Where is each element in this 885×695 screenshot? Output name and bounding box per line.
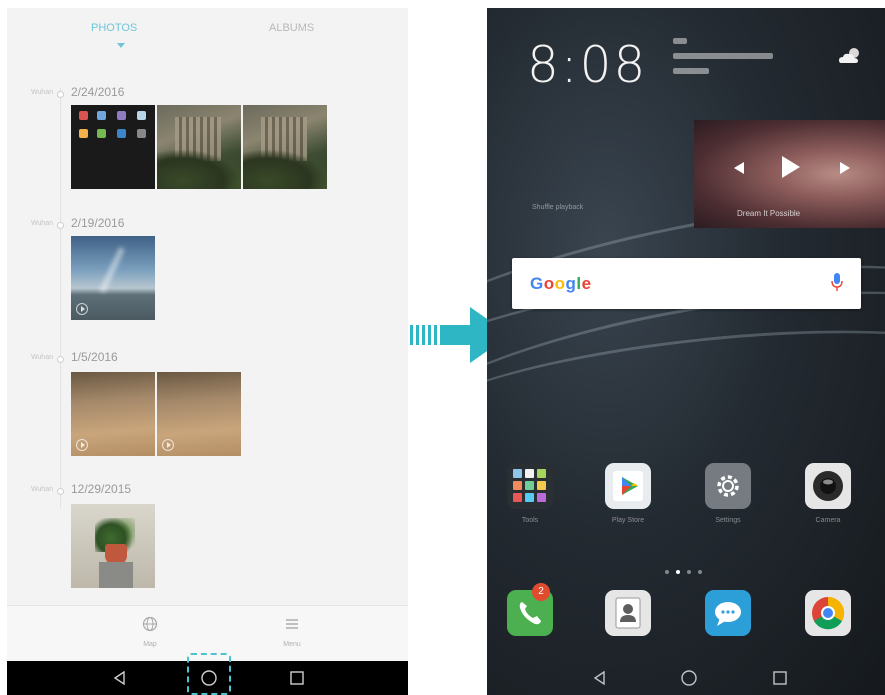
recents-icon[interactable] <box>771 669 789 687</box>
menu-icon <box>286 619 298 629</box>
google-search-bar[interactable]: Google <box>512 258 861 309</box>
page-dot <box>665 570 669 574</box>
next-track-icon[interactable] <box>840 162 850 174</box>
google-logo-letter: G <box>530 274 544 293</box>
google-logo-letter: o <box>543 274 555 293</box>
shuffle-caption[interactable]: Shuffle playback <box>532 204 583 211</box>
app-label: Tools <box>521 517 539 524</box>
video-thumbnail[interactable] <box>71 236 155 320</box>
group-location: Wuhan <box>30 89 53 96</box>
app-tile <box>79 129 88 138</box>
timeline-line <box>60 88 61 508</box>
timeline-dot <box>57 356 64 363</box>
group-date: 12/29/2015 <box>71 482 132 496</box>
video-play-icon <box>76 303 88 315</box>
tools-folder-icon <box>507 463 553 509</box>
app-tile <box>117 111 126 120</box>
navigation-bar <box>487 661 885 695</box>
page-dot <box>698 570 702 574</box>
settings-gear-icon <box>705 463 751 509</box>
home-screen: 8:08 Shuffle playback Dream It Possible … <box>487 8 885 695</box>
app-tile <box>79 111 88 120</box>
page-dot <box>687 570 691 574</box>
figure: PHOTOS ALBUMS Wuhan 2/24/2016 Wuhan 2/19… <box>0 0 885 695</box>
app-play-store[interactable]: Play Store <box>597 463 659 524</box>
back-icon[interactable] <box>111 669 129 687</box>
map-button[interactable]: Map <box>120 616 180 648</box>
notification-badge: 2 <box>532 583 550 601</box>
group-date: 2/19/2016 <box>71 216 125 230</box>
app-tools-folder[interactable]: Tools <box>499 463 561 524</box>
google-logo-letter: e <box>581 274 592 293</box>
app-label: Camera <box>815 517 841 524</box>
play-icon[interactable] <box>782 156 800 178</box>
weather-cloud-icon[interactable] <box>837 46 863 66</box>
track-title: Dream It Possible <box>737 209 801 218</box>
camera-icon <box>805 463 851 509</box>
dock-messaging[interactable] <box>697 590 759 636</box>
google-logo-letter: g <box>565 274 577 293</box>
page-dot-current <box>676 570 680 574</box>
tab-photos[interactable]: PHOTOS <box>91 22 137 34</box>
clock-details <box>673 38 793 83</box>
back-icon[interactable] <box>591 669 609 687</box>
app-tile <box>137 111 146 120</box>
app-label: Play Store <box>611 517 645 524</box>
messaging-icon <box>705 590 751 636</box>
group-location: Wuhan <box>30 220 53 227</box>
play-store-icon <box>605 463 651 509</box>
home-icon[interactable] <box>680 669 698 687</box>
app-camera[interactable]: Camera <box>797 463 859 524</box>
globe-icon <box>142 616 158 632</box>
app-tile <box>97 111 106 120</box>
previous-track-icon[interactable] <box>734 162 744 174</box>
video-play-icon <box>162 439 174 451</box>
photo-thumbnail[interactable] <box>71 504 155 588</box>
menu-button[interactable]: Menu <box>262 616 322 648</box>
gallery-tab-bar: PHOTOS ALBUMS <box>7 8 408 58</box>
app-tile <box>117 129 126 138</box>
timeline-dot <box>57 91 64 98</box>
dock-phone[interactable]: 2 <box>499 583 561 636</box>
photo-timeline: Wuhan 2/24/2016 Wuhan 2/19/2016 Wuhan 1/… <box>7 58 408 608</box>
app-tile <box>97 129 106 138</box>
gallery-screen: PHOTOS ALBUMS Wuhan 2/24/2016 Wuhan 2/19… <box>7 8 408 695</box>
photo-thumbnail[interactable] <box>243 105 327 189</box>
group-location: Wuhan <box>30 486 53 493</box>
video-thumbnail[interactable] <box>157 372 241 456</box>
chrome-icon <box>805 590 851 636</box>
dock-chrome[interactable] <box>797 590 859 636</box>
photo-thumbnail[interactable] <box>71 105 155 189</box>
menu-label: Menu <box>283 641 301 648</box>
group-location: Wuhan <box>30 354 53 361</box>
recents-icon[interactable] <box>288 669 306 687</box>
google-logo: Google <box>530 274 592 294</box>
microphone-icon[interactable] <box>831 272 843 292</box>
app-settings[interactable]: Settings <box>697 463 759 524</box>
google-logo-letter: o <box>554 274 566 293</box>
video-thumbnail[interactable] <box>71 372 155 456</box>
app-label: Settings <box>715 517 741 524</box>
timeline-dot <box>57 222 64 229</box>
tab-active-indicator <box>117 43 125 48</box>
photo-thumbnail[interactable] <box>157 105 241 189</box>
group-date: 1/5/2016 <box>71 350 118 364</box>
page-indicator <box>665 561 709 579</box>
map-label: Map <box>143 641 157 648</box>
video-play-icon <box>76 439 88 451</box>
timeline-dot <box>57 488 64 495</box>
tab-albums[interactable]: ALBUMS <box>269 22 314 34</box>
home-button-highlight <box>187 653 231 695</box>
group-date: 2/24/2016 <box>71 85 125 99</box>
dock-contacts[interactable] <box>597 590 659 636</box>
app-tile <box>137 129 146 138</box>
contacts-icon <box>605 590 651 636</box>
clock-time[interactable]: 8:08 <box>527 36 647 94</box>
